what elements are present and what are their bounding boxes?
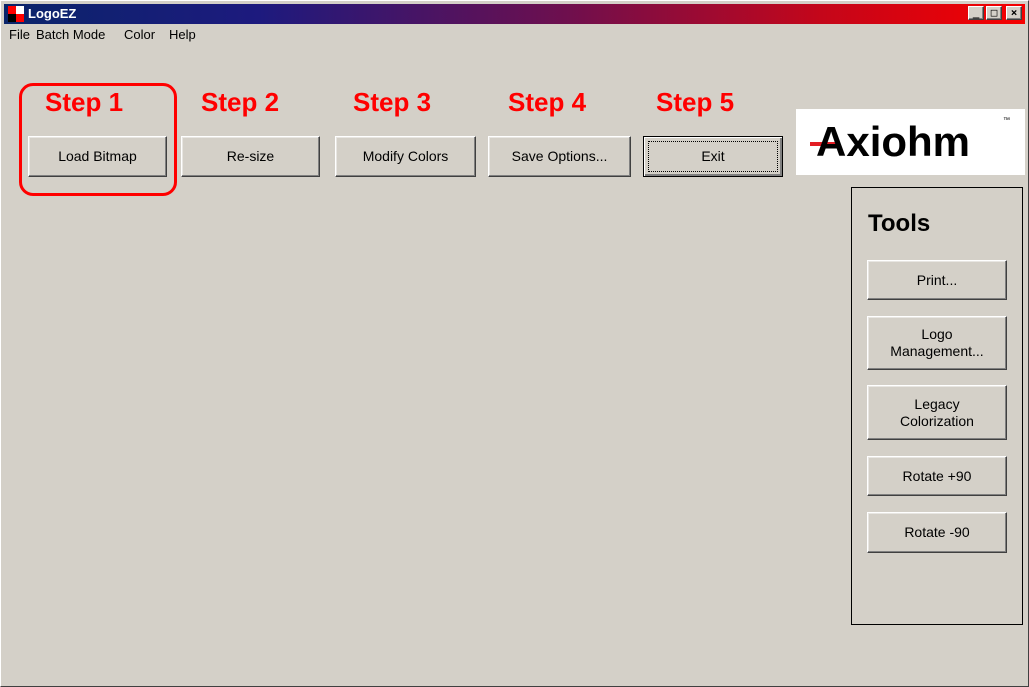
- tools-panel: Tools Print... Logo Management... Legacy…: [851, 187, 1023, 625]
- window-title: LogoEZ: [28, 6, 77, 21]
- title-bar[interactable]: LogoEZ _ □ ×: [4, 4, 1025, 24]
- load-bitmap-button[interactable]: Load Bitmap: [28, 136, 167, 177]
- step-4-label: Step 4: [508, 87, 587, 117]
- step-3-label: Step 3: [353, 87, 432, 117]
- step-5-label: Step 5: [656, 87, 735, 117]
- logo-trademark: ™: [1003, 117, 1010, 124]
- menu-batch-mode[interactable]: Batch Mode: [36, 27, 105, 43]
- step-2-label: Step 2: [201, 87, 280, 117]
- app-icon[interactable]: [8, 6, 24, 22]
- logo-management-button[interactable]: Logo Management...: [867, 316, 1007, 370]
- modify-colors-button[interactable]: Modify Colors: [335, 136, 476, 177]
- exit-button[interactable]: Exit: [643, 136, 783, 177]
- minimize-button[interactable]: _: [968, 6, 984, 20]
- menu-help[interactable]: Help: [169, 27, 196, 43]
- maximize-button[interactable]: □: [986, 6, 1002, 20]
- logo-text: Axiohm: [816, 118, 971, 165]
- print-button[interactable]: Print...: [867, 260, 1007, 300]
- app-window: LogoEZ _ □ × File Batch Mode Color Help …: [0, 0, 1029, 687]
- rotate-minus-90-button[interactable]: Rotate -90: [867, 512, 1007, 553]
- menu-color[interactable]: Color: [124, 27, 155, 43]
- legacy-colorization-button[interactable]: Legacy Colorization: [867, 385, 1007, 440]
- close-button[interactable]: ×: [1006, 6, 1022, 20]
- resize-button[interactable]: Re-size: [181, 136, 320, 177]
- rotate-plus-90-button[interactable]: Rotate +90: [867, 456, 1007, 496]
- tools-title: Tools: [868, 210, 931, 237]
- menu-bar: File Batch Mode Color Help: [4, 25, 1025, 45]
- save-options-button[interactable]: Save Options...: [488, 136, 631, 177]
- axiohm-logo: Axiohm ™: [796, 109, 1025, 175]
- menu-file[interactable]: File: [9, 27, 30, 43]
